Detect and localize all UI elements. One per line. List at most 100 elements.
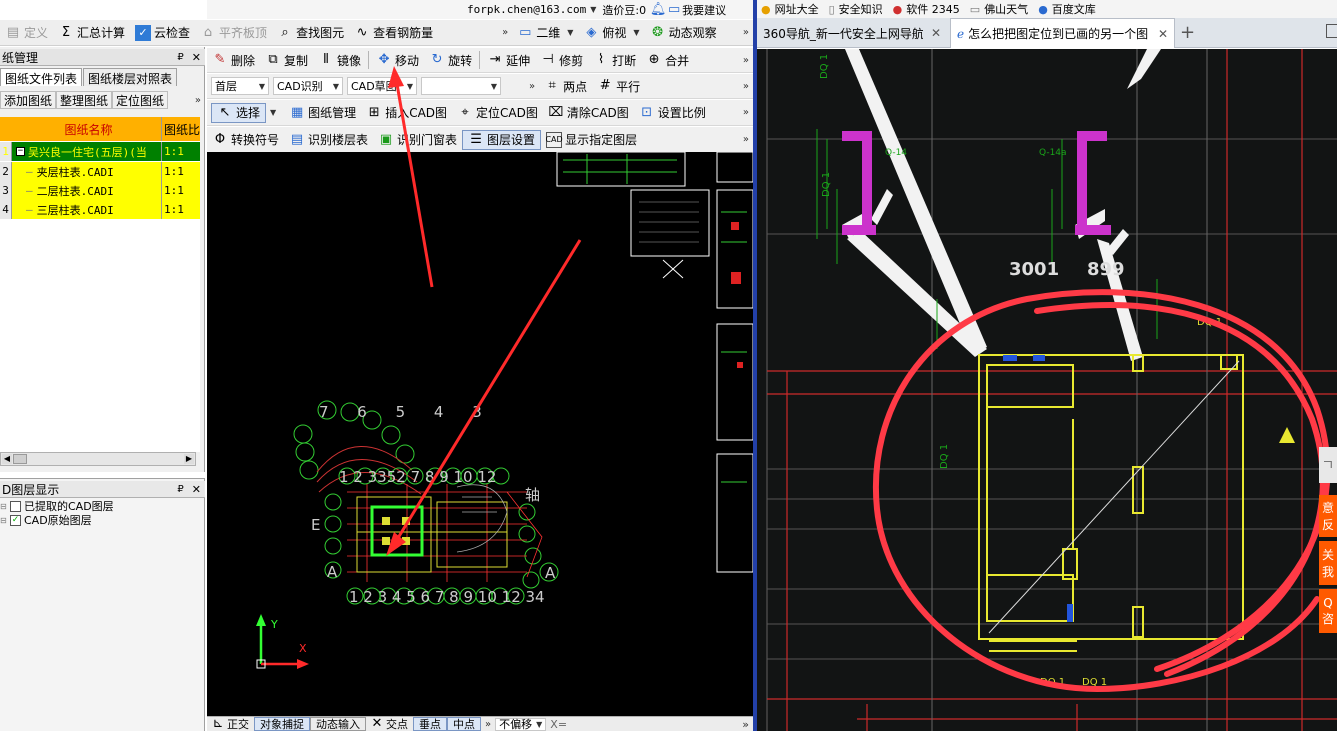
add-drawing-button[interactable]: 添加图纸	[0, 91, 57, 109]
ortho-toggle[interactable]: ⊾ 正交	[207, 717, 254, 731]
cad-drawing[interactable]: 1 2 3352 7 8 9 10 12 1 2 3 4 5 6 7 8 9 1…	[207, 152, 753, 716]
tab-floor-map[interactable]: 图纸楼层对照表	[83, 68, 178, 86]
locate-cad-button[interactable]: ⌖ 定位CAD图	[452, 103, 543, 123]
move-button[interactable]: ✥ 移动	[371, 50, 424, 70]
bookmark-item[interactable]: 佛山天气	[984, 1, 1028, 17]
delete-button[interactable]: ✎ 删除	[207, 50, 260, 70]
bookmark-item[interactable]: 软件 2345	[906, 1, 960, 17]
browser-tab-active[interactable]: ℯ 怎么把把图定位到已画的另一个图 ✕	[950, 18, 1175, 48]
perpendicular-toggle[interactable]: 垂点	[413, 717, 447, 731]
drawing-manage-button[interactable]: ▦ 图纸管理	[284, 103, 361, 123]
header-drawing-name[interactable]: 图纸名称	[12, 117, 162, 141]
toolbar-overflow-icon[interactable]: »	[739, 81, 753, 92]
intersect-toggle[interactable]: ✕ 交点	[366, 717, 413, 731]
bookmark-item[interactable]: 网址大全	[775, 1, 819, 17]
pin-icon[interactable]: ₽	[177, 484, 183, 495]
status-overflow-icon[interactable]: »	[481, 719, 495, 730]
panel-tabs: 图纸文件列表 图纸楼层对照表	[0, 68, 178, 86]
close-icon[interactable]: ✕	[1158, 27, 1168, 41]
browser-tab[interactable]: 360导航_新一代安全上网导航 ✕	[757, 18, 947, 48]
merge-button[interactable]: ⊕ 合并	[641, 50, 694, 70]
chevron-down-icon[interactable]: ▼	[270, 108, 276, 117]
side-qq-button[interactable]: Q咨	[1319, 589, 1337, 633]
toolbar-overflow-icon[interactable]: »	[739, 107, 753, 118]
parallel-button[interactable]: # 平行	[592, 76, 645, 96]
locate-drawing-button[interactable]: 定位图纸	[112, 91, 169, 109]
side-about-button[interactable]: 关我	[1319, 541, 1337, 585]
scroll-left-icon[interactable]: ◀	[2, 454, 12, 464]
bookmark-item[interactable]: 安全知识	[839, 1, 883, 17]
status-overflow-icon[interactable]: »	[742, 718, 749, 731]
find-element-button[interactable]: ⌕ 查找图元	[272, 23, 349, 43]
close-icon[interactable]: ✕	[931, 26, 941, 40]
scroll-right-icon[interactable]: ▶	[184, 454, 194, 464]
layer-item[interactable]: ⊟ 已提取的CAD图层	[0, 499, 114, 513]
table-row[interactable]: 2 — 夹层柱表.CADI 1:1	[0, 162, 200, 181]
dynamic-input-toggle[interactable]: 动态输入	[310, 717, 366, 731]
component-select[interactable]: ▼	[421, 77, 501, 95]
dynamic-view-button[interactable]: ❂ 动态观察	[645, 23, 722, 43]
toolbar-overflow-icon[interactable]: »	[739, 55, 753, 66]
layer-checkbox-extracted[interactable]	[10, 500, 21, 512]
account-email[interactable]: forpk.chen@163.com	[467, 3, 586, 16]
toolbar-overflow-icon[interactable]: »	[525, 81, 539, 92]
sum-calc-button[interactable]: Σ 汇总计算	[53, 23, 130, 43]
align-top-button[interactable]: ⌂ 平齐板顶	[195, 23, 272, 43]
layer-panel: D图层显示 ₽ ✕ ⊟ 已提取的CAD图层 ⊟ ✓ CAD原始图层	[0, 478, 205, 731]
header-scale[interactable]: 图纸比	[162, 117, 200, 141]
panel-overflow-icon[interactable]: »	[191, 95, 205, 106]
close-icon[interactable]: ✕	[192, 483, 201, 496]
toolbar-overflow-icon[interactable]: »	[498, 27, 512, 38]
cad-canvas[interactable]: 1 2 3352 7 8 9 10 12 1 2 3 4 5 6 7 8 9 1…	[207, 152, 753, 716]
cad-recognize-select[interactable]: CAD识别 ▼	[273, 77, 343, 95]
view-rebar-button[interactable]: ∿ 查看钢筋量	[349, 23, 438, 43]
show-layer-button[interactable]: CAD 显示指定图层	[541, 130, 642, 150]
bookmark-item[interactable]: 百度文库	[1052, 1, 1096, 17]
pin-icon[interactable]: ₽	[177, 52, 183, 63]
toolbar-overflow-icon[interactable]: »	[739, 27, 753, 38]
toolbar-overflow-icon[interactable]: »	[739, 134, 753, 145]
cloud-check-button[interactable]: ✓ 云检查	[130, 23, 195, 43]
layer-checkbox-original[interactable]: ✓	[10, 514, 21, 526]
convert-symbol-button[interactable]: Φ 转换符号	[207, 130, 284, 150]
copy-button[interactable]: ⧉ 复制	[260, 50, 313, 70]
close-icon[interactable]: ✕	[192, 51, 201, 64]
scroll-thumb[interactable]	[13, 454, 27, 464]
identify-door-table-button[interactable]: ▣ 识别门窗表	[373, 130, 462, 150]
rotate-button[interactable]: ↻ 旋转	[424, 50, 477, 70]
layer-settings-button[interactable]: ☰ 图层设置	[462, 129, 542, 150]
cad-draft-select[interactable]: CAD草图 ▼	[347, 77, 417, 95]
break-button[interactable]: ⌇ 打断	[588, 50, 641, 70]
extend-button[interactable]: ⇥ 延伸	[482, 50, 535, 70]
midpoint-toggle[interactable]: 中点	[447, 717, 481, 731]
new-tab-button[interactable]: +	[1180, 22, 1195, 43]
tab-drawing-list[interactable]: 图纸文件列表	[0, 68, 83, 86]
collapse-icon[interactable]: −	[16, 147, 25, 156]
identify-floor-table-button[interactable]: ▤ 识别楼层表	[284, 130, 373, 150]
bell-icon[interactable]: 🔔︎	[650, 2, 667, 18]
table-row[interactable]: 3 — 二层柱表.CADI 1:1	[0, 181, 200, 200]
side-feedback-button[interactable]: 意反	[1319, 495, 1337, 537]
table-row[interactable]: 1 − 吴兴良一住宅(五层)(当 1:1	[0, 142, 200, 161]
organize-drawing-button[interactable]: 整理图纸	[56, 91, 113, 109]
clear-cad-button[interactable]: ⌧ 清除CAD图	[543, 103, 634, 123]
table-row[interactable]: 4 — 三层柱表.CADI 1:1	[0, 200, 200, 219]
trim-button[interactable]: ⊣ 修剪	[535, 50, 588, 70]
insert-cad-button[interactable]: ⊞ 插入CAD图	[361, 103, 452, 123]
side-widget-top[interactable]: ㄱ	[1319, 447, 1337, 483]
suggest-link[interactable]: 我要建议	[682, 2, 726, 18]
horizontal-scrollbar[interactable]: ◀ ▶	[0, 452, 196, 466]
floor-select[interactable]: 首层 ▼	[211, 77, 269, 95]
define-button[interactable]: ▤ 定义	[0, 23, 53, 43]
offset-select[interactable]: 不偏移 ▼	[495, 717, 547, 731]
layer-item[interactable]: ⊟ ✓ CAD原始图层	[0, 513, 92, 527]
account-dropdown-icon[interactable]: ▼	[590, 5, 596, 14]
view-2d-button[interactable]: ▭ 二维 ▼	[512, 23, 578, 43]
select-button[interactable]: ↖ 选择	[211, 102, 267, 123]
set-scale-button[interactable]: ⊡ 设置比例	[634, 103, 711, 123]
table-header: 图纸名称 图纸比	[0, 117, 200, 141]
view-top-button[interactable]: ◈ 俯视 ▼	[578, 23, 644, 43]
two-points-button[interactable]: ⌗ 两点	[539, 76, 592, 96]
mirror-button[interactable]: ⫴ 镜像	[313, 50, 366, 70]
snap-toggle[interactable]: 对象捕捉	[254, 717, 310, 731]
